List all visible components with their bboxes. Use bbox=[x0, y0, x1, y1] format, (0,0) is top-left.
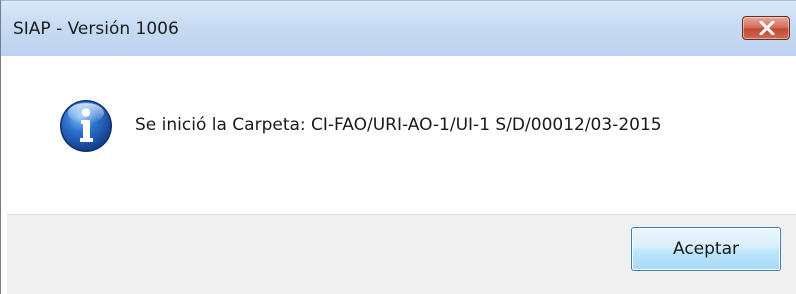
info-icon bbox=[60, 100, 112, 152]
dialog-window: SIAP - Versión 1006 Se inició la Carpeta… bbox=[0, 0, 796, 294]
accept-button[interactable]: Aceptar bbox=[631, 227, 781, 271]
dialog-message: Se inició la Carpeta: CI-FAO/URI-AO-1/UI… bbox=[135, 115, 662, 135]
title-bar[interactable]: SIAP - Versión 1006 bbox=[1, 0, 796, 56]
close-button[interactable] bbox=[742, 16, 790, 40]
close-icon bbox=[759, 21, 775, 35]
window-title: SIAP - Versión 1006 bbox=[13, 19, 179, 39]
dialog-content bbox=[7, 56, 796, 214]
